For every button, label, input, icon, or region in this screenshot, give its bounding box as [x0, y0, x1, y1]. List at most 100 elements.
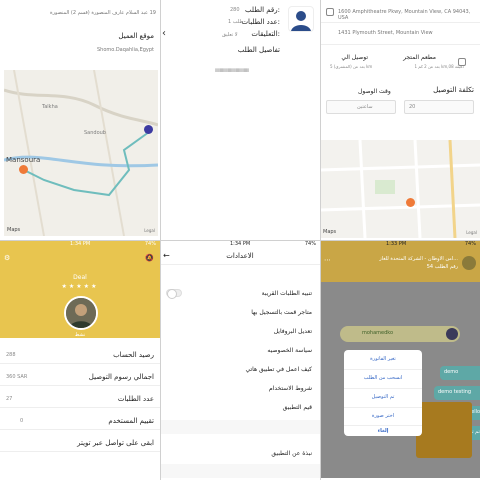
chat-panel: 1:33 PM 74% ⋯ امن الاوطان - الشركة المتح…: [320, 240, 480, 480]
destination-marker-icon[interactable]: [19, 165, 28, 174]
battery-level: 74%: [304, 241, 316, 247]
action-sheet: تغير الفاتورة انسحب من الطلب تم التوصيل …: [344, 350, 422, 436]
map-label: Sandoub: [84, 130, 106, 136]
avatar: [288, 6, 314, 32]
stat-value: 27: [6, 396, 13, 402]
address-text: 19 عبد السلام عارف المنصورة (قسم 2) المن…: [50, 10, 156, 16]
status-bar: 1:33 PM 74%: [320, 240, 480, 250]
request-count-label: عدد الطلبات:: [241, 18, 280, 26]
status-time: 1:33 PM: [386, 241, 407, 247]
store-icon: [458, 58, 466, 66]
message-text: mohamedko: [362, 330, 394, 336]
message-bubble: demo testing: [434, 386, 480, 400]
map-label: Talkha: [42, 104, 58, 110]
map-svg: [4, 70, 158, 236]
store-card-sub: بعد عن 2 كم 1 km,08 دقيقة: [414, 64, 464, 69]
location-value: Shomo.Daqahlia,Egypt: [96, 47, 154, 53]
location-marker-icon[interactable]: [406, 198, 415, 207]
status-time: 1:34 PM: [230, 241, 251, 247]
nearby-orders-toggle[interactable]: [166, 289, 182, 299]
stat-value: 0: [20, 418, 24, 424]
time-input[interactable]: ساعتين: [326, 100, 396, 114]
setting-item[interactable]: شروط الاستخدام: [269, 385, 312, 392]
battery-level: 74%: [464, 241, 476, 247]
settings-panel: 1:34 PM 74% ← الاعدادات تنبيه الطلبات ال…: [160, 240, 320, 480]
store-card-title: مطعم المتجر: [403, 54, 436, 61]
settings-icon[interactable]: ⚙: [4, 254, 10, 262]
setting-item[interactable]: قيم التطبيق: [283, 404, 312, 411]
setting-item[interactable]: متاجر قمت بالتسجيل بها: [251, 309, 312, 316]
chat-title: امن الاوطان - الشركة المتحدة للغاز...: [379, 256, 458, 262]
order-map-panel: 19 عبد السلام عارف المنصورة (قسم 2) المن…: [0, 0, 160, 240]
profile-photo-image: [66, 298, 96, 328]
action-option[interactable]: تم التوصيل: [344, 394, 422, 400]
menu-icon[interactable]: ⋯: [324, 256, 331, 264]
stat-value: 288: [6, 352, 16, 358]
image-message[interactable]: [416, 402, 472, 458]
time-value: ساعتين: [357, 104, 373, 110]
stat-label: رصيد الحساب: [113, 351, 154, 359]
location-title: موقع العميل: [118, 32, 154, 40]
message-text: demo testing: [438, 389, 472, 395]
status-bar: 1:34 PM 74%: [160, 240, 320, 250]
section-spacer: [160, 464, 320, 478]
profile-panel: 1:34 PM 74% ⚙ 🔕 Deal ★★★★★ نشط رصيد الحس…: [0, 240, 160, 480]
stat-value: 360 SAR: [6, 374, 28, 380]
comments-label: التعليقات:: [251, 30, 280, 38]
twitter-label: ابقى على تواصل عبر تويتر: [77, 439, 154, 447]
stat-label: تقييم المستخدم: [108, 417, 154, 425]
map-view[interactable]: Talkha Sandoub Mansoura Maps Legal: [4, 70, 158, 236]
delivery-cost-title: تكلفة التوصيل: [433, 86, 474, 94]
setting-item[interactable]: تنبيه الطلبات القريبة: [262, 290, 312, 297]
delivery-card-title: توصيل الي: [341, 54, 368, 61]
setting-item[interactable]: تعديل البروفايل: [274, 328, 312, 335]
status-time: 1:34 PM: [70, 241, 91, 247]
status-bar: 1:34 PM 74%: [0, 240, 160, 250]
section-spacer: [160, 420, 320, 434]
avatar: [462, 256, 476, 270]
notification-off-icon[interactable]: 🔕: [145, 254, 154, 262]
rating-row[interactable]: تقييم المستخدم 0: [0, 412, 160, 430]
action-option[interactable]: تغير الفاتورة: [344, 356, 422, 362]
map-view[interactable]: Maps Legal: [320, 140, 480, 238]
cost-input[interactable]: 20: [404, 100, 474, 114]
action-option[interactable]: انسحب من الطلب: [344, 375, 422, 381]
message-bubble: mohamedko: [340, 326, 460, 342]
setting-item[interactable]: سياسة الخصوصيه: [267, 347, 312, 354]
chat-header: ⋯ امن الاوطان - الشركة المتحدة للغاز... …: [320, 250, 480, 282]
maps-logo: Maps: [323, 229, 337, 235]
stat-label: اجمالي رسوم التوصيل: [88, 373, 154, 381]
stat-label: عدد الطلبات: [117, 395, 154, 403]
setting-item[interactable]: نبذة عن التطبيق: [271, 450, 312, 457]
action-option[interactable]: اختر صورة: [344, 413, 422, 419]
profile-photo[interactable]: [64, 296, 98, 330]
chevron-left-icon[interactable]: ‹: [162, 28, 166, 39]
order-number-value: 280: [230, 7, 240, 13]
legal-link[interactable]: Legal: [144, 228, 155, 233]
order-details-panel: رقم الطلب: 280 عدد الطلبات: 1 طلب التعلي…: [160, 0, 320, 240]
avatar: [446, 328, 458, 340]
cancel-option[interactable]: إلغاء: [344, 428, 422, 434]
map-svg: [320, 140, 480, 238]
details-text: iiiiiiiiiiiiiiiiiiiiiiiiiiiiiiiiiiiiii: [215, 68, 249, 74]
setting-item[interactable]: كيف اعمل في تطبيق هاتي: [245, 366, 312, 373]
comments-value: لا تعليق: [222, 32, 238, 38]
legal-link[interactable]: Legal: [466, 230, 477, 235]
chat-subtitle: رقم الطلب 54: [426, 264, 458, 270]
profile-name: Deal: [73, 274, 87, 281]
twitter-row[interactable]: ابقى على تواصل عبر تويتر: [0, 434, 160, 452]
stat-row: رصيد الحساب 288: [0, 346, 160, 364]
stat-row: عدد الطلبات 27: [0, 390, 160, 408]
rating-stars: ★★★★★: [61, 283, 99, 290]
dropoff-address: 1431 Plymouth Street, Mountain View: [338, 30, 433, 36]
message-text: demo: [444, 369, 459, 375]
pin-icon: [326, 8, 334, 16]
details-title: تفاصيل الطلب: [237, 46, 280, 54]
battery-level: 74%: [144, 241, 156, 247]
arrival-time-title: وقت الوصول: [358, 88, 391, 95]
page-title: الاعدادات: [226, 252, 254, 260]
delivery-info-panel: 1600 Amphitheatre Pkwy, Mountain View, C…: [320, 0, 480, 240]
pickup-address: 1600 Amphitheatre Pkwy, Mountain View, C…: [338, 9, 471, 21]
user-icon: [291, 11, 311, 31]
origin-marker-icon[interactable]: [144, 125, 153, 134]
